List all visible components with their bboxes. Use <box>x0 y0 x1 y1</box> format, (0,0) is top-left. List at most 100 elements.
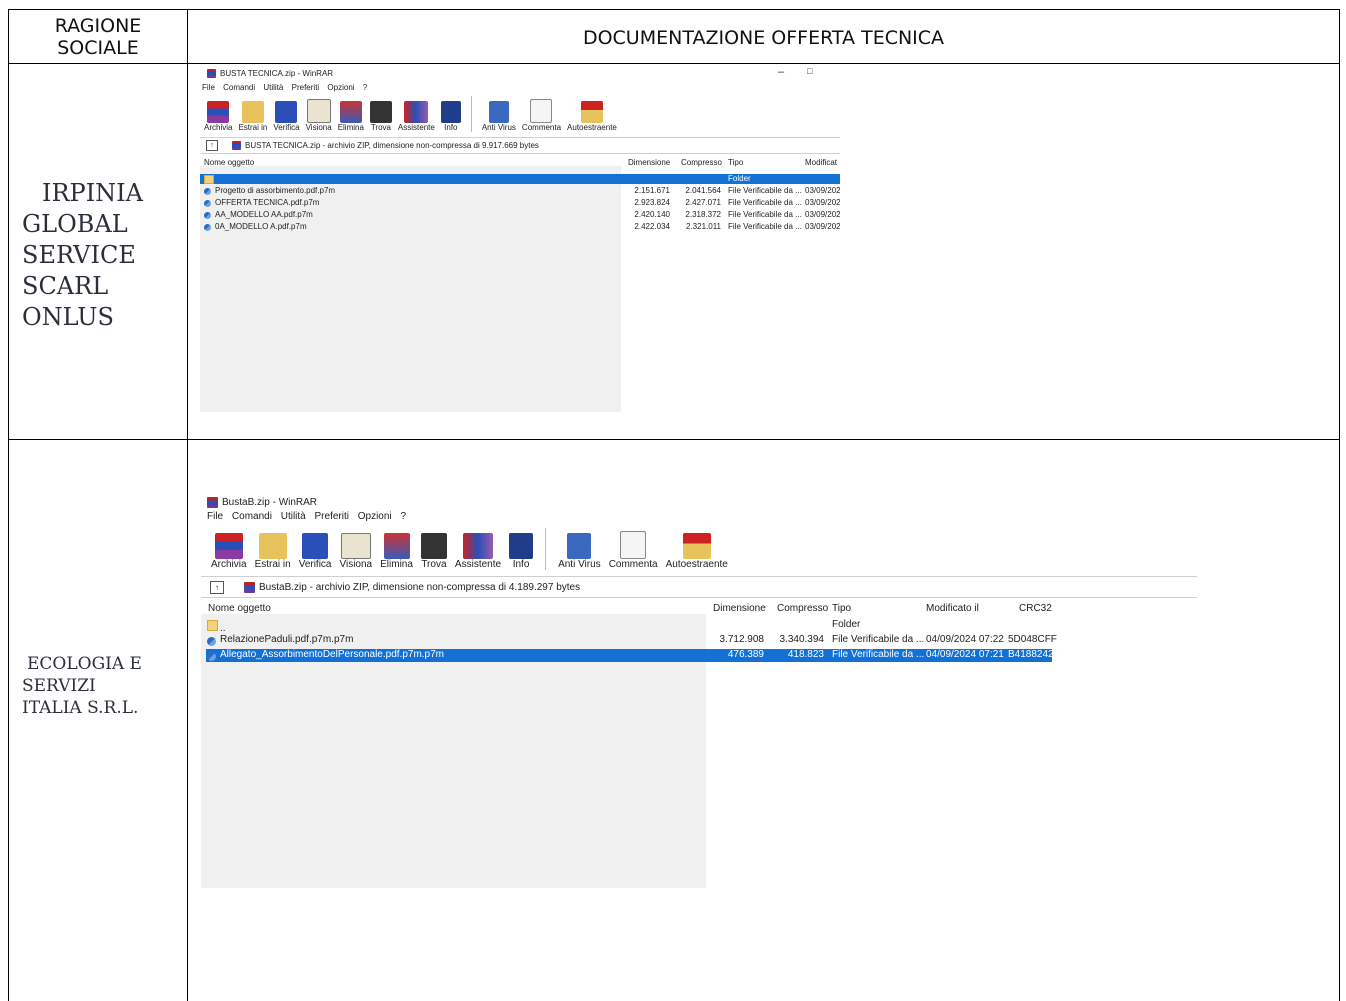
row-name: 0A_MODELLO A.pdf.p7m <box>215 222 307 231</box>
row-type: File Verificabile da ... <box>728 210 802 219</box>
assistente-button[interactable]: Assistente <box>398 101 435 132</box>
menu-preferiti[interactable]: Preferiti <box>292 83 320 92</box>
table-border-top <box>8 9 1340 10</box>
sfx-icon <box>580 101 603 123</box>
row-size: 2.420.140 <box>634 210 670 219</box>
column-type[interactable]: Tipo <box>728 158 743 167</box>
column-modified[interactable]: Modificato il <box>926 603 979 614</box>
table-row[interactable]: .. Folder <box>201 619 1061 634</box>
menu-utilita[interactable]: Utilità <box>263 83 283 92</box>
toolbar-label: Verifica <box>298 559 332 570</box>
table-row[interactable]: OFFERTA TECNICA.pdf.p7m 2.923.824 2.427.… <box>200 198 840 208</box>
menu-comandi[interactable]: Comandi <box>223 83 255 92</box>
table-row[interactable]: 0A_MODELLO A.pdf.p7m 2.422.034 2.321.011… <box>200 222 840 232</box>
toolbar-label: Info <box>512 559 530 570</box>
delete-icon <box>339 101 362 123</box>
menu-opzioni[interactable]: Opzioni <box>327 83 354 92</box>
column-name[interactable]: Nome oggetto <box>204 158 254 167</box>
company-name-ecologia: ECOLOGIA E SERVIZI ITALIA S.R.L. <box>22 653 142 719</box>
commenta-button[interactable]: Commenta <box>522 99 561 132</box>
archivia-button[interactable]: Archivia <box>211 533 247 570</box>
column-modified[interactable]: Modificat <box>805 158 837 167</box>
assistente-button[interactable]: Assistente <box>455 533 501 570</box>
table-border-right <box>1339 9 1340 1001</box>
toolbar-label: Trova <box>421 559 447 570</box>
row-size: 476.389 <box>727 649 764 660</box>
maximize-icon[interactable]: □ <box>807 66 812 76</box>
table-row[interactable]: AA_MODELLO AA.pdf.p7m 2.420.140 2.318.37… <box>200 210 840 220</box>
wizard-icon <box>404 101 429 123</box>
estrai-button[interactable]: Estrai in <box>238 101 267 132</box>
info-button[interactable]: Info <box>440 101 461 132</box>
antivirus-button[interactable]: Anti Virus <box>558 533 601 570</box>
column-headers: Nome oggetto Dimensione Compresso Tipo M… <box>201 603 1197 615</box>
commenta-button[interactable]: Commenta <box>609 531 658 570</box>
row-type: Folder <box>832 619 861 630</box>
window-title: BUSTA TECNICA.zip - WinRAR <box>220 68 334 78</box>
row-name: RelazionePaduli.pdf.p7m.p7m <box>220 634 354 645</box>
row-size: 2.151.671 <box>634 186 670 195</box>
toolbar-label: Elimina <box>337 123 364 132</box>
column-packed[interactable]: Compresso <box>681 158 722 167</box>
verifica-button[interactable]: Verifica <box>299 533 332 570</box>
menu-file[interactable]: File <box>202 83 215 92</box>
antivirus-icon <box>488 101 509 123</box>
verifica-button[interactable]: Verifica <box>273 101 300 132</box>
estrai-button[interactable]: Estrai in <box>255 533 291 570</box>
toolbar-label: Info <box>444 123 458 132</box>
menu-preferiti[interactable]: Preferiti <box>315 511 349 522</box>
extract-icon <box>241 101 264 123</box>
info-button[interactable]: Info <box>509 533 534 570</box>
column-headers: Nome oggetto Dimensione Compresso Tipo M… <box>200 158 840 168</box>
address-bar: ↑ BustaB.zip - archivio ZIP, dimensione … <box>201 576 1197 598</box>
antivirus-button[interactable]: Anti Virus <box>482 101 516 132</box>
autoestraente-button[interactable]: Autoestraente <box>567 101 617 132</box>
winrar-window-bustab: BustaB.zip - WinRAR File Comandi Utilità… <box>201 492 1197 888</box>
folder-icon <box>207 620 218 631</box>
toolbar-label: Assistente <box>454 559 502 570</box>
menu-comandi[interactable]: Comandi <box>232 511 272 522</box>
up-folder-icon[interactable]: ↑ <box>210 580 224 594</box>
toolbar-label: Autoestraente <box>665 559 728 570</box>
menu-help[interactable]: ? <box>363 83 367 92</box>
table-row[interactable]: Allegato_AssorbimentoDelPersonale.pdf.p7… <box>206 649 1054 662</box>
comment-icon <box>530 99 553 123</box>
visiona-button[interactable]: Visiona <box>340 533 372 570</box>
up-folder-icon[interactable]: ↑ <box>206 140 218 151</box>
toolbar-label: Estrai in <box>254 559 291 570</box>
elimina-button[interactable]: Elimina <box>338 101 364 132</box>
test-icon <box>302 533 329 559</box>
column-name[interactable]: Nome oggetto <box>208 603 271 614</box>
column-crc32[interactable]: CRC32 <box>1019 603 1052 614</box>
trova-button[interactable]: Trova <box>369 101 392 132</box>
column-size[interactable]: Dimensione <box>628 158 670 167</box>
column-type[interactable]: Tipo <box>832 603 851 614</box>
archivia-button[interactable]: Archivia <box>204 101 232 132</box>
minimize-icon[interactable]: – <box>778 66 784 78</box>
row-type: File Verificabile da ... <box>832 649 925 660</box>
row-packed: 2.041.564 <box>685 186 721 195</box>
table-border-mid <box>187 9 188 1001</box>
row-size: 3.712.908 <box>719 634 765 645</box>
table-row[interactable]: RelazionePaduli.pdf.p7m.p7m 3.712.908 3.… <box>206 634 1057 647</box>
table-row[interactable]: Folder <box>200 174 840 185</box>
row-type: File Verificabile da ... <box>728 222 802 231</box>
column-size[interactable]: Dimensione <box>713 603 766 614</box>
menu-utilita[interactable]: Utilità <box>281 511 306 522</box>
view-icon <box>340 533 371 559</box>
archive-small-icon <box>232 141 241 150</box>
comment-icon <box>620 531 647 559</box>
file-icon <box>204 199 211 208</box>
menu-opzioni[interactable]: Opzioni <box>358 511 392 522</box>
toolbar-label: Autoestraente <box>567 123 617 132</box>
file-icon <box>207 636 216 647</box>
address-text: BustaB.zip - archivio ZIP, dimensione no… <box>259 581 581 593</box>
menu-help[interactable]: ? <box>400 511 406 522</box>
menu-file[interactable]: File <box>207 511 223 522</box>
elimina-button[interactable]: Elimina <box>380 533 413 570</box>
autoestraente-button[interactable]: Autoestraente <box>666 533 728 570</box>
visiona-button[interactable]: Visiona <box>306 99 332 132</box>
table-row[interactable]: Progetto di assorbimento.pdf.p7m 2.151.6… <box>200 186 840 196</box>
trova-button[interactable]: Trova <box>420 533 447 570</box>
column-packed[interactable]: Compresso <box>777 603 828 614</box>
